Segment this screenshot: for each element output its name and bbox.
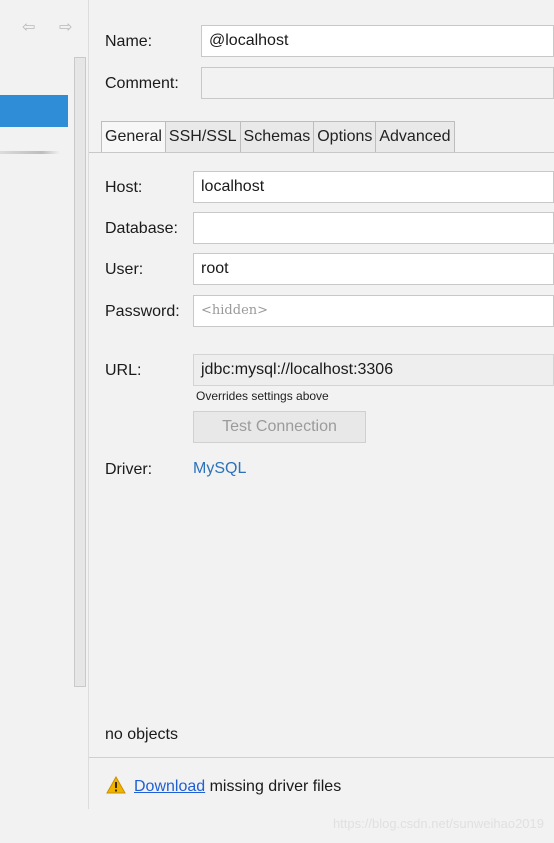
back-arrow-icon[interactable]: ⇦ <box>22 20 35 36</box>
tab-general[interactable]: General <box>101 121 166 153</box>
comment-field[interactable] <box>201 67 554 99</box>
url-field[interactable]: jdbc:mysql://localhost:3306 <box>193 354 554 386</box>
tab-schemas[interactable]: Schemas <box>240 121 315 153</box>
tab-underline <box>89 152 554 153</box>
host-field[interactable]: localhost <box>193 171 554 203</box>
url-label: URL: <box>105 362 142 379</box>
password-label: Password: <box>105 303 180 320</box>
driver-label: Driver: <box>105 461 153 478</box>
comment-label: Comment: <box>105 75 179 92</box>
missing-driver-message: Download missing driver files <box>134 777 341 797</box>
driver-link[interactable]: MySQL <box>193 460 246 478</box>
test-connection-button[interactable]: Test Connection <box>193 411 366 443</box>
tab-bar: General SSH/SSL Schemas Options Advanced <box>101 121 455 153</box>
download-link[interactable]: Download <box>134 778 205 795</box>
database-label: Database: <box>105 220 178 237</box>
password-field[interactable]: <hidden> <box>193 295 554 327</box>
status-separator <box>89 757 554 758</box>
name-label: Name: <box>105 33 153 50</box>
name-field[interactable]: @localhost <box>201 25 554 57</box>
host-label: Host: <box>105 179 143 196</box>
forward-arrow-icon[interactable]: ⇨ <box>59 20 72 36</box>
sidebar-divider <box>0 151 60 154</box>
tab-options[interactable]: Options <box>314 121 377 153</box>
tab-ssh-ssl[interactable]: SSH/SSL <box>165 121 241 153</box>
tab-advanced[interactable]: Advanced <box>376 121 455 153</box>
user-field[interactable]: root <box>193 253 554 285</box>
database-field[interactable] <box>193 212 554 244</box>
objects-status: no objects <box>105 726 178 743</box>
warning-icon <box>106 776 126 794</box>
user-label: User: <box>105 261 144 278</box>
missing-driver-text: missing driver files <box>205 778 342 795</box>
panel-separator <box>88 0 89 809</box>
sidebar-scrollbar[interactable] <box>74 57 86 687</box>
watermark: https://blog.csdn.net/sunweihao2019 <box>332 816 544 831</box>
sidebar-selected-item[interactable] <box>0 95 68 127</box>
url-note: Overrides settings above <box>196 389 329 403</box>
